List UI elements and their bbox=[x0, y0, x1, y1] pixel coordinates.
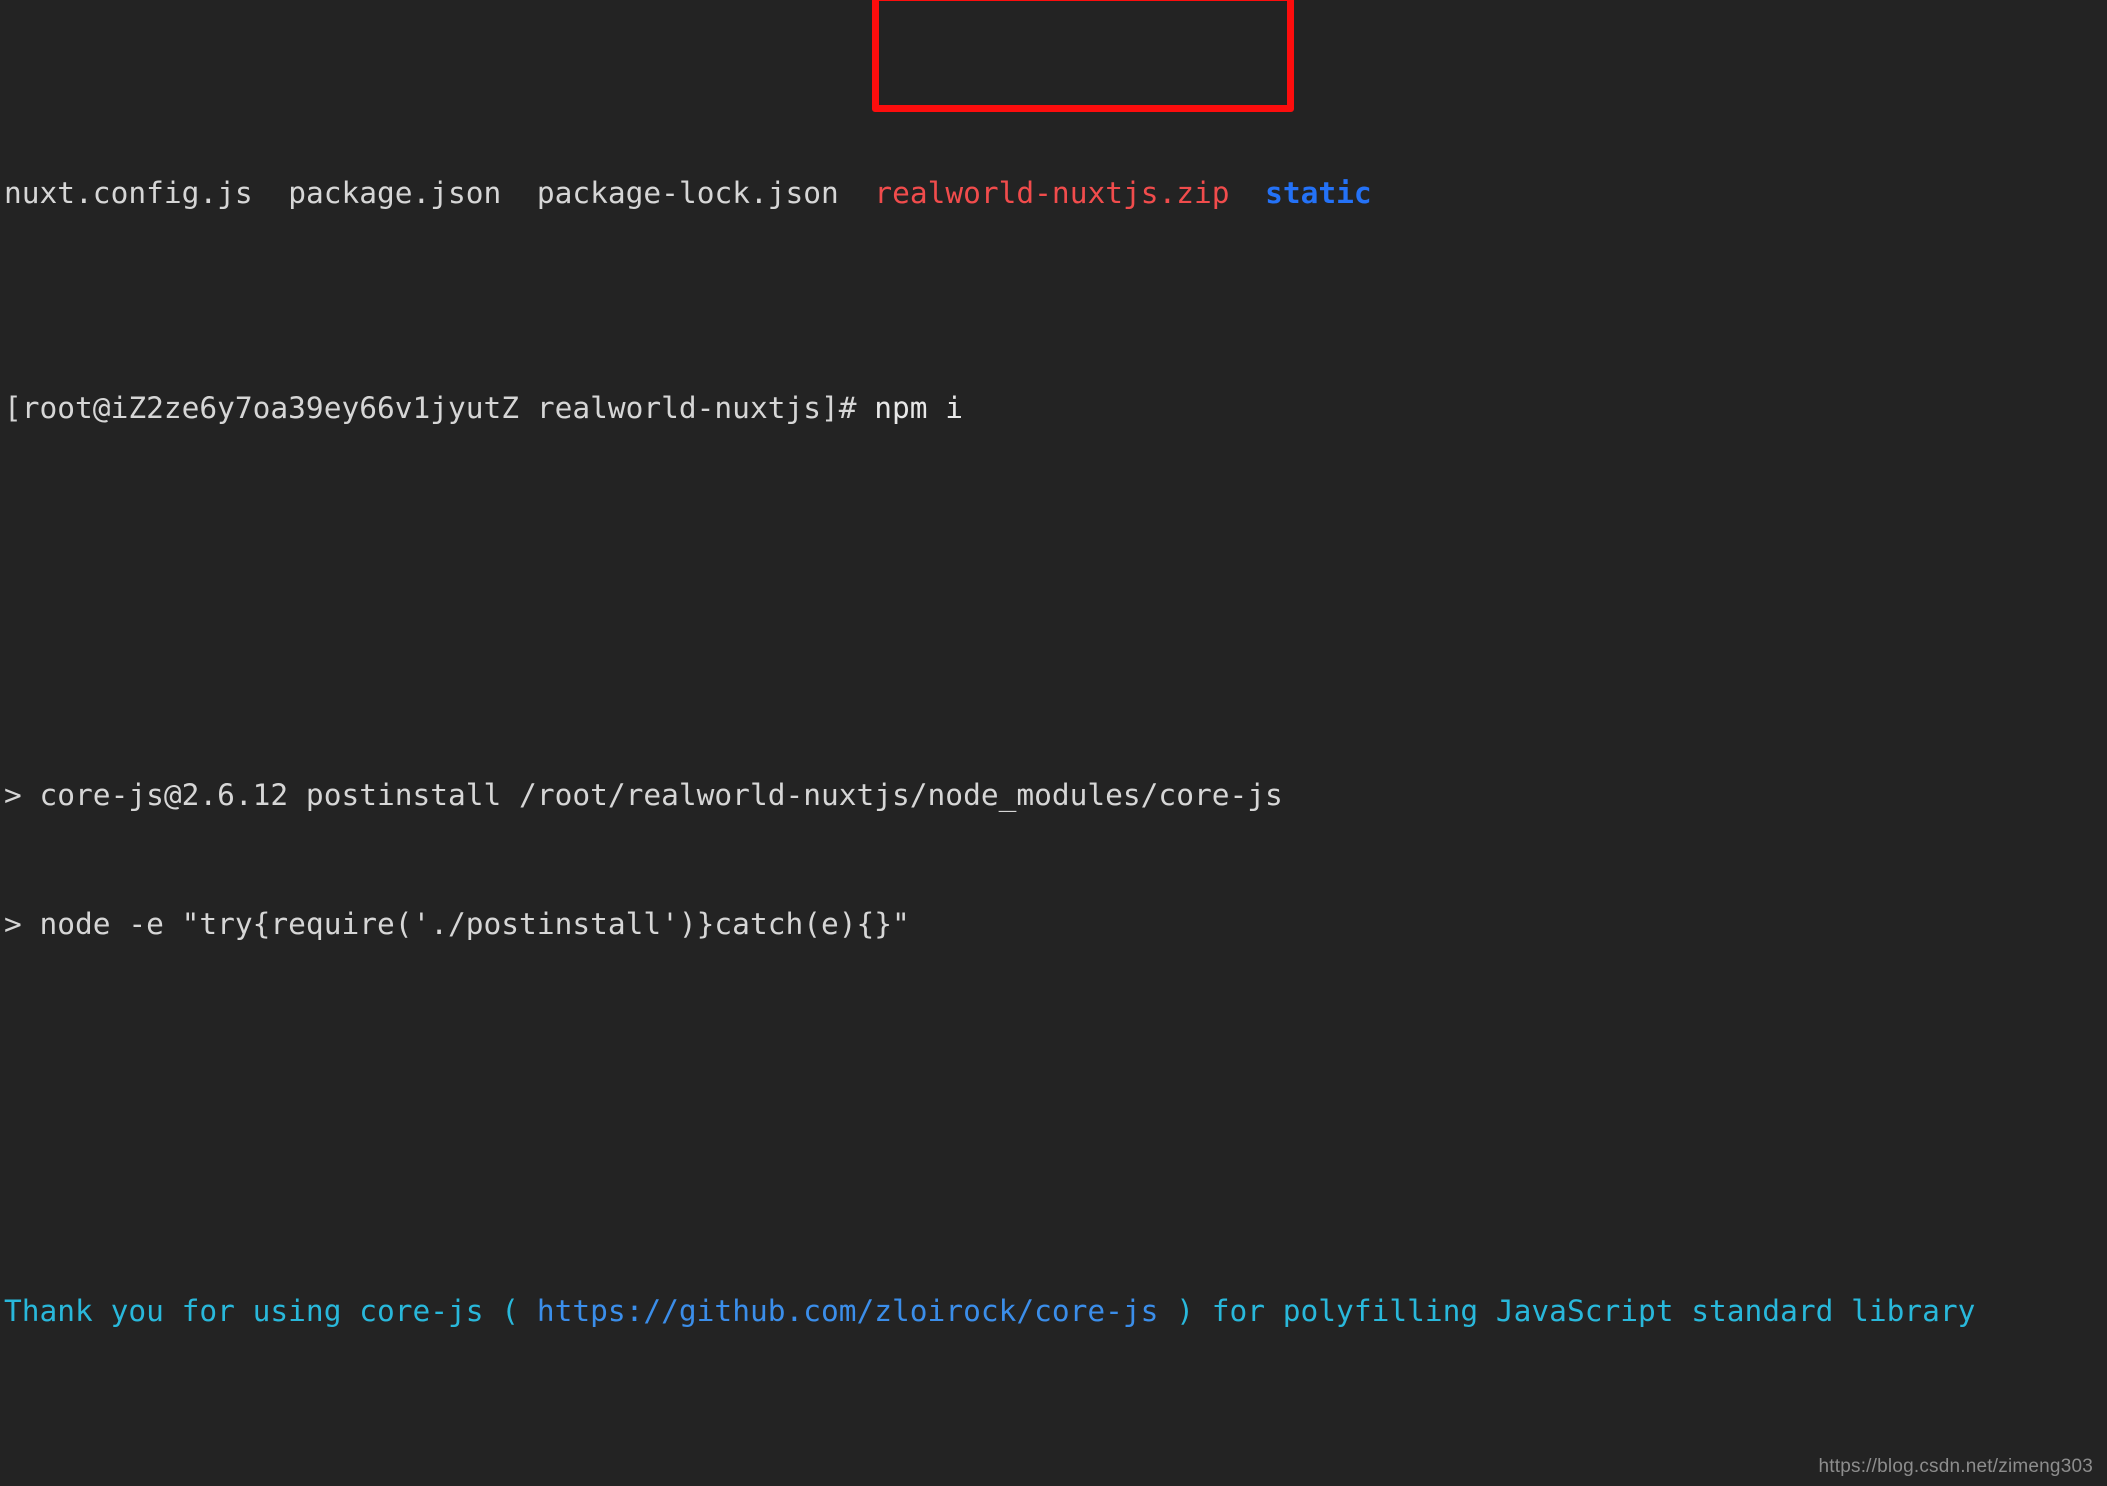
corejs-postinstall-script: > node -e "try{require('./postinstall')}… bbox=[0, 903, 2107, 946]
watermark-text: https://blog.csdn.net/zimeng303 bbox=[1819, 1456, 2093, 1478]
shell-command: npm i bbox=[874, 391, 963, 425]
blank-line bbox=[0, 1075, 2107, 1118]
blank-line bbox=[0, 1462, 2107, 1486]
ls-file-nuxt-config: nuxt.config.js bbox=[4, 176, 253, 210]
corejs-thanks-line: Thank you for using core-js ( https://gi… bbox=[0, 1290, 2107, 1333]
prompt-line: [root@iZ2ze6y7oa39ey66v1jyutZ realworld-… bbox=[0, 387, 2107, 430]
corejs-postinstall-header: > core-js@2.6.12 postinstall /root/realw… bbox=[0, 774, 2107, 817]
shell-prompt: [root@iZ2ze6y7oa39ey66v1jyutZ realworld-… bbox=[4, 391, 874, 425]
ls-archive-realworld-nuxtjs-zip: realworld-nuxtjs.zip bbox=[874, 176, 1229, 210]
blank-line bbox=[0, 559, 2107, 602]
corejs-thanks-suffix: ) for polyfilling JavaScript standard li… bbox=[1158, 1294, 1975, 1328]
ls-directory-static: static bbox=[1265, 176, 1372, 210]
ls-output-line: nuxt.config.js package.json package-lock… bbox=[0, 172, 2107, 215]
terminal-output[interactable]: nuxt.config.js package.json package-lock… bbox=[0, 0, 2107, 1486]
corejs-github-url[interactable]: https://github.com/zloirock/core-js bbox=[537, 1294, 1159, 1328]
corejs-thanks-prefix: Thank you for using core-js ( bbox=[4, 1294, 537, 1328]
ls-file-package-lock-json: package-lock.json bbox=[537, 176, 839, 210]
ls-file-package-json: package.json bbox=[288, 176, 501, 210]
